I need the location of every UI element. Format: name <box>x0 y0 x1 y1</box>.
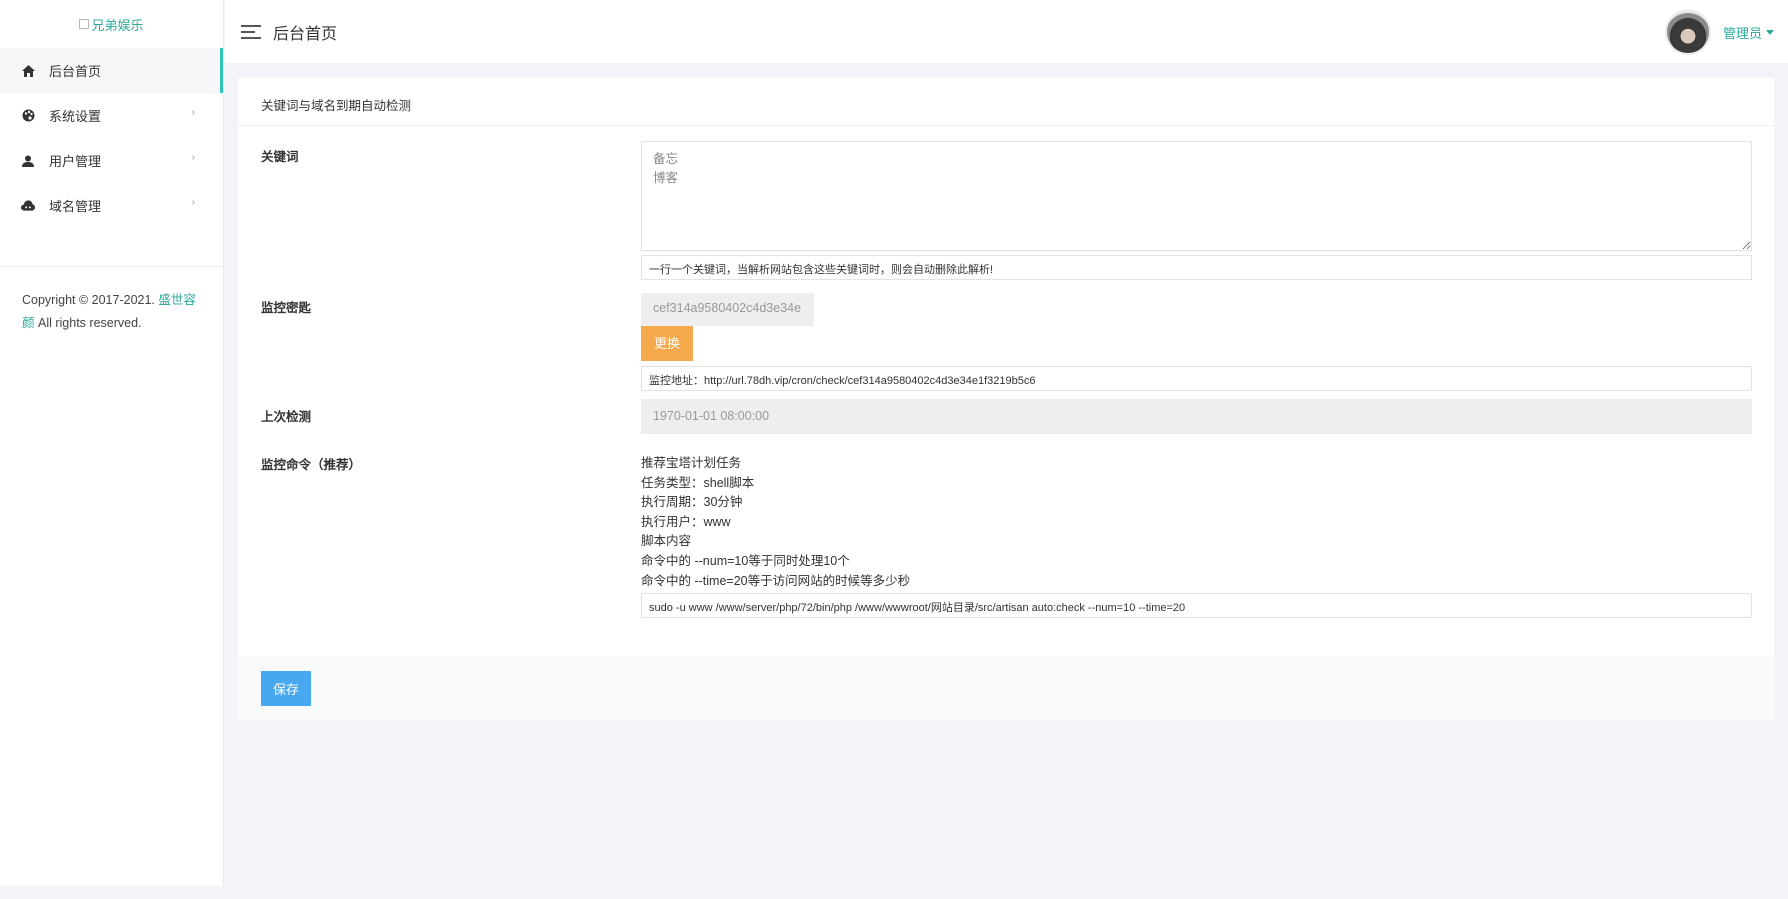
user-name[interactable]: 管理员 <box>1723 23 1762 42</box>
monitor-key-label: 监控密匙 <box>261 301 312 315</box>
sidebar-item-label: 用户管理 <box>49 154 102 169</box>
sidebar-item-system-settings[interactable]: 系统设置 › <box>0 93 223 138</box>
monitor-url[interactable]: 监控地址：http://url.78dh.vip/cron/check/cef3… <box>641 366 1752 391</box>
command-line: 执行周期：30分钟 <box>641 495 743 510</box>
sidebar-item-label: 域名管理 <box>49 199 102 214</box>
cloud-icon <box>21 199 35 213</box>
chevron-right-icon: › <box>191 197 195 208</box>
page-title: 后台首页 <box>273 25 338 43</box>
change-key-button[interactable]: 更换 <box>641 326 694 361</box>
palette-icon <box>21 109 35 123</box>
last-check-label: 上次检测 <box>261 410 312 424</box>
menu-toggle-icon[interactable] <box>241 24 263 39</box>
home-icon <box>21 64 35 78</box>
sidebar: 兄弟娱乐 后台首页 系统设置 › 用户管理 › 域名管理 › Copyright… <box>0 0 224 886</box>
save-button[interactable]: 保存 <box>261 671 312 706</box>
command-line: 推荐宝塔计划任务 <box>641 456 742 470</box>
sidebar-item-label: 系统设置 <box>49 109 102 124</box>
avatar[interactable] <box>1664 9 1711 55</box>
card-footer: 保存 <box>238 656 1774 720</box>
chevron-right-icon: › <box>191 107 195 118</box>
command-line: 执行用户：www <box>641 514 731 529</box>
logo-alt-text: 兄弟娱乐 <box>91 17 144 33</box>
command-line: 命令中的 --time=20等于访问网站的时候等多少秒 <box>641 573 911 588</box>
sidebar-item-label: 后台首页 <box>49 64 102 79</box>
copyright: Copyright © 2017-2021. 盛世容颜 All rights r… <box>0 267 223 357</box>
sidebar-item-dashboard[interactable]: 后台首页 <box>0 48 223 93</box>
sidebar-nav: 后台首页 系统设置 › 用户管理 › 域名管理 › <box>0 48 223 228</box>
broken-image-icon <box>79 19 90 29</box>
command-line: 命令中的 --num=10等于同时处理10个 <box>641 553 850 568</box>
copyright-suffix: All rights reserved. <box>38 316 142 330</box>
sidebar-item-user-management[interactable]: 用户管理 › <box>0 138 223 183</box>
chevron-right-icon: › <box>191 152 195 163</box>
keywords-textarea[interactable] <box>641 141 1752 251</box>
keywords-label: 关键词 <box>261 150 299 164</box>
copyright-prefix: Copyright © 2017-2021. <box>22 293 155 307</box>
logo[interactable]: 兄弟娱乐 <box>0 0 223 48</box>
settings-card: 关键词与域名到期自动检测 关键词 一行一个关键词，当解析网站包含这些关键词时，则… <box>238 78 1774 720</box>
sidebar-item-domain-management[interactable]: 域名管理 › <box>0 183 223 228</box>
top-header: 后台首页 管理员 <box>225 0 1788 63</box>
monitor-key-input[interactable]: cef314a9580402c4d3e34e <box>641 293 814 326</box>
command-label: 监控命令（推荐） <box>261 458 362 472</box>
user-icon <box>21 154 35 168</box>
card-title: 关键词与域名到期自动检测 <box>238 78 1774 126</box>
caret-down-icon[interactable] <box>1766 29 1774 35</box>
keywords-help: 一行一个关键词，当解析网站包含这些关键词时，则会自动删除此解析! <box>641 255 1752 280</box>
last-check-input[interactable]: 1970-01-01 08:00:00 <box>641 399 1752 434</box>
user-menu[interactable]: 管理员 <box>1664 9 1774 55</box>
command-input[interactable]: sudo -u www /www/server/php/72/bin/php /… <box>641 593 1752 619</box>
command-line: 任务类型：shell脚本 <box>641 475 755 490</box>
command-line: 脚本内容 <box>641 534 692 549</box>
